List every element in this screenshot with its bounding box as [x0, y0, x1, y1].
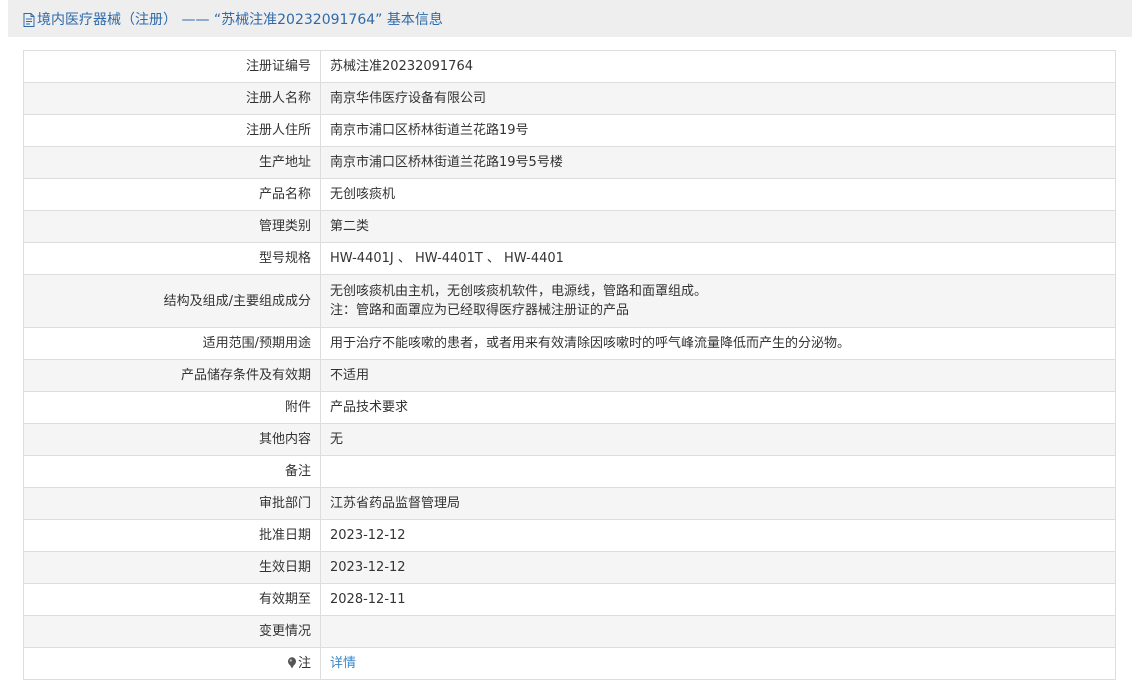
field-value: 无	[320, 423, 1116, 456]
field-label: 批准日期	[23, 519, 321, 552]
table-row: 注册人名称 南京华伟医疗设备有限公司	[23, 82, 1116, 115]
field-label: 注册证编号	[23, 50, 321, 83]
field-value: 南京华伟医疗设备有限公司	[320, 82, 1116, 115]
field-label: 产品储存条件及有效期	[23, 359, 321, 392]
field-label: 型号规格	[23, 242, 321, 275]
page: 境内医疗器械（注册） —— “苏械注准20232091764” 基本信息 注册证…	[0, 0, 1132, 693]
field-value: 2028-12-11	[320, 583, 1116, 616]
field-label: 备注	[23, 455, 321, 488]
field-label: 产品名称	[23, 178, 321, 211]
field-value: 南京市浦口区桥林街道兰花路19号5号楼	[320, 146, 1116, 179]
field-label: 生产地址	[23, 146, 321, 179]
table-row: 生效日期 2023-12-12	[23, 551, 1116, 584]
table-row: 产品名称 无创咳痰机	[23, 178, 1116, 211]
title-bar: 境内医疗器械（注册） —— “苏械注准20232091764” 基本信息	[8, 0, 1132, 37]
note-label: 注	[297, 656, 311, 671]
pin-icon	[287, 656, 297, 669]
field-value	[320, 615, 1116, 648]
field-value: 2023-12-12	[320, 551, 1116, 584]
field-value: 不适用	[320, 359, 1116, 392]
field-label: 适用范围/预期用途	[23, 327, 321, 360]
table-row: 型号规格 HW-4401J 、 HW-4401T 、 HW-4401	[23, 242, 1116, 275]
field-value: 详情	[320, 647, 1116, 680]
table-row: 有效期至 2028-12-11	[23, 583, 1116, 616]
field-value: 南京市浦口区桥林街道兰花路19号	[320, 114, 1116, 147]
field-value: 无创咳痰机由主机，无创咳痰机软件，电源线，管路和面罩组成。 注：管路和面罩应为已…	[320, 274, 1116, 328]
field-label: 其他内容	[23, 423, 321, 456]
info-table: 注册证编号 苏械注准20232091764 注册人名称 南京华伟医疗设备有限公司…	[23, 50, 1116, 680]
field-value: 用于治疗不能咳嗽的患者，或者用来有效清除因咳嗽时的呼气峰流量降低而产生的分泌物。	[320, 327, 1116, 360]
table-row: 附件 产品技术要求	[23, 391, 1116, 424]
field-label: 管理类别	[23, 210, 321, 243]
details-link[interactable]: 详情	[330, 656, 356, 671]
table-row: 管理类别 第二类	[23, 210, 1116, 243]
table-row: 备注	[23, 455, 1116, 488]
field-value	[320, 455, 1116, 488]
table-row: 变更情况	[23, 615, 1116, 648]
table-row: 批准日期 2023-12-12	[23, 519, 1116, 552]
field-label: 附件	[23, 391, 321, 424]
field-label: 变更情况	[23, 615, 321, 648]
field-value: HW-4401J 、 HW-4401T 、 HW-4401	[320, 242, 1116, 275]
document-icon	[23, 12, 35, 27]
table-row: 注 详情	[23, 647, 1116, 680]
field-value: 第二类	[320, 210, 1116, 243]
field-value-line: 无创咳痰机由主机，无创咳痰机软件，电源线，管路和面罩组成。	[330, 284, 708, 299]
field-label: 结构及组成/主要组成成分	[23, 274, 321, 328]
field-label: 审批部门	[23, 487, 321, 520]
field-value: 2023-12-12	[320, 519, 1116, 552]
table-row: 审批部门 江苏省药品监督管理局	[23, 487, 1116, 520]
field-value: 无创咳痰机	[320, 178, 1116, 211]
field-value-line: 注：管路和面罩应为已经取得医疗器械注册证的产品	[330, 303, 630, 318]
info-panel: 注册证编号 苏械注准20232091764 注册人名称 南京华伟医疗设备有限公司…	[8, 37, 1132, 693]
table-row: 生产地址 南京市浦口区桥林街道兰花路19号5号楼	[23, 146, 1116, 179]
page-title: 境内医疗器械（注册） —— “苏械注准20232091764” 基本信息	[37, 11, 443, 28]
field-label: 有效期至	[23, 583, 321, 616]
field-label: 注	[23, 647, 321, 680]
field-value: 苏械注准20232091764	[320, 50, 1116, 83]
table-row: 注册证编号 苏械注准20232091764	[23, 50, 1116, 83]
table-row: 结构及组成/主要组成成分 无创咳痰机由主机，无创咳痰机软件，电源线，管路和面罩组…	[23, 274, 1116, 328]
field-label: 注册人名称	[23, 82, 321, 115]
table-row: 其他内容 无	[23, 423, 1116, 456]
table-row: 注册人住所 南京市浦口区桥林街道兰花路19号	[23, 114, 1116, 147]
table-row: 适用范围/预期用途 用于治疗不能咳嗽的患者，或者用来有效清除因咳嗽时的呼气峰流量…	[23, 327, 1116, 360]
field-value: 产品技术要求	[320, 391, 1116, 424]
field-label: 注册人住所	[23, 114, 321, 147]
field-value: 江苏省药品监督管理局	[320, 487, 1116, 520]
table-row: 产品储存条件及有效期 不适用	[23, 359, 1116, 392]
field-label: 生效日期	[23, 551, 321, 584]
